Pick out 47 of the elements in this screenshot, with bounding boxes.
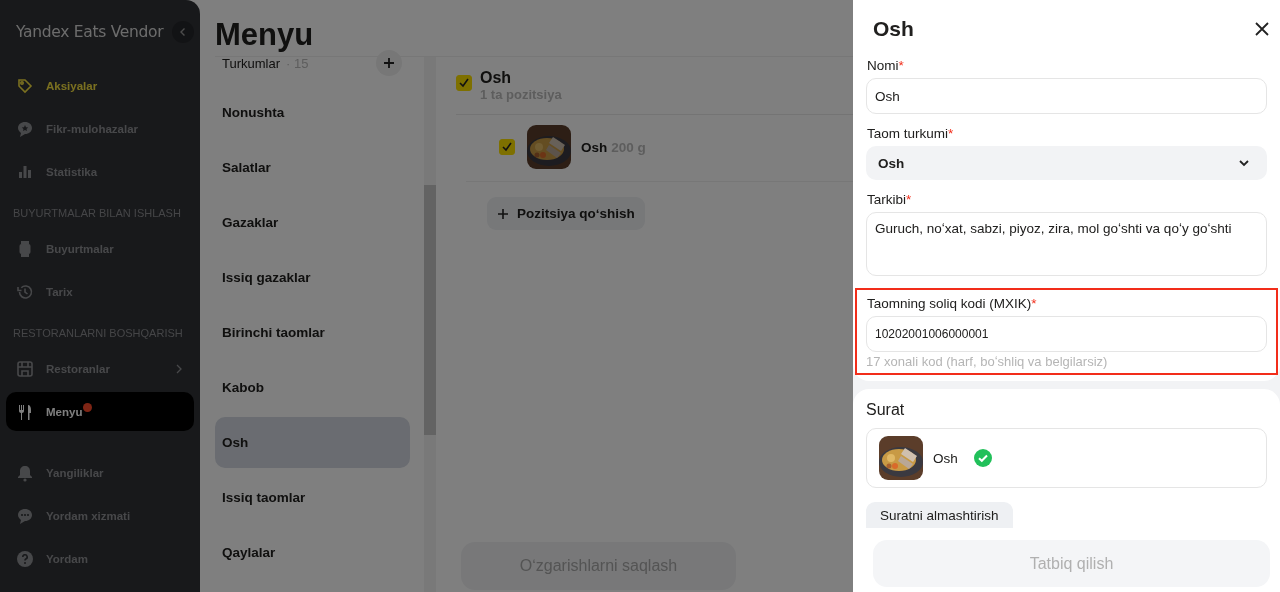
checkbox[interactable]: [456, 75, 472, 91]
category-item[interactable]: Salatlar: [215, 142, 410, 193]
scrollbar[interactable]: [424, 57, 436, 592]
category-item[interactable]: Birinchi taomlar: [215, 307, 410, 358]
category-item[interactable]: Issiq taomlar: [215, 472, 410, 523]
nav-item[interactable]: Aksiyalar: [6, 64, 194, 107]
caret-icon: [1239, 159, 1249, 167]
store-icon: [16, 359, 34, 378]
chat-star-icon: [16, 119, 34, 138]
category-item[interactable]: Qaylalar: [215, 527, 410, 578]
replace-photo-button[interactable]: Suratni almashtirish: [866, 502, 1013, 528]
text-area[interactable]: Guruch, noʻxat, sabzi, piyoz, zira, mol goʻshti va qoʻy goʻshti: [866, 212, 1267, 276]
field-label: Taomning soliq kodi (MXIK)*: [867, 296, 1038, 312]
field-label: Taom turkumi*: [867, 126, 955, 142]
input-field[interactable]: Osh: [866, 78, 1267, 114]
nav-item[interactable]: Menyu: [6, 392, 194, 431]
input-field[interactable]: 10202001006000001: [866, 316, 1267, 352]
field-label: Nomi*: [867, 58, 905, 74]
category-item[interactable]: Kabob: [215, 362, 410, 413]
file-name: Osh: [933, 450, 958, 466]
page-title: Menyu: [215, 16, 315, 54]
plus-icon: [383, 57, 395, 69]
field-hint: 17 xonali kod (harf, boʻshliq va belgilarsiz): [866, 354, 1109, 369]
brand-name: Yandex Eats Vendor: [16, 23, 164, 41]
add-category-button[interactable]: [376, 50, 402, 76]
field-label: Tarkibi*: [867, 192, 913, 208]
add-position-button[interactable]: Pozitsiya qoʻshish: [487, 197, 645, 230]
fork-knife-icon: [16, 402, 34, 421]
category-select[interactable]: Osh: [866, 146, 1267, 180]
categories-heading: Turkumlar: [222, 55, 281, 71]
tag-icon: [16, 76, 34, 95]
group-name: Osh: [480, 69, 513, 87]
chevron-left-icon: [178, 27, 188, 37]
checkbox[interactable]: [499, 139, 515, 155]
category-item[interactable]: Issiq gazaklar: [215, 252, 410, 303]
category-item[interactable]: Gazaklar: [215, 197, 410, 248]
position-name: Osh: [581, 139, 608, 155]
history-icon: [16, 282, 34, 301]
category-item[interactable]: Nonushta: [215, 87, 410, 138]
help-icon: [16, 549, 34, 568]
close-icon: [1255, 22, 1269, 36]
chat-dots-icon: [16, 506, 34, 525]
panel-title: Osh: [873, 17, 914, 41]
plus-icon: [497, 207, 509, 220]
category-item[interactable]: Osh: [215, 417, 410, 468]
bell-icon: [16, 463, 34, 482]
photo-heading: Surat: [866, 401, 906, 419]
